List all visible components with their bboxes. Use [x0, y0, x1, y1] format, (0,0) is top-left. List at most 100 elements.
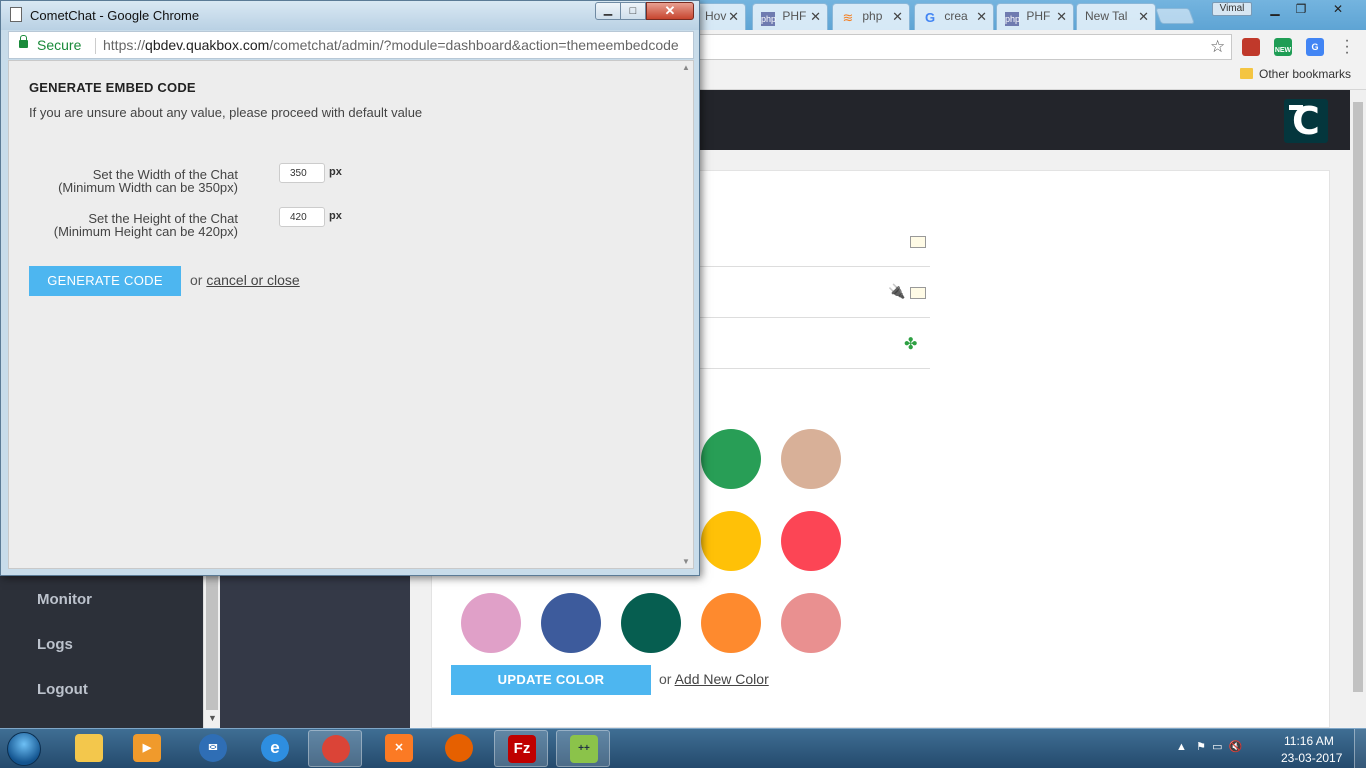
- filezilla-icon: Fz: [508, 735, 536, 763]
- close-icon[interactable]: ✕: [728, 9, 739, 25]
- color-swatch[interactable]: [701, 511, 761, 571]
- cancel-row: or cancel or close: [190, 272, 300, 288]
- color-swatch[interactable]: [781, 511, 841, 571]
- close-button[interactable]: ✕: [646, 2, 694, 20]
- tab-hov[interactable]: Hov ✕: [696, 3, 746, 30]
- sidebar-item-logs[interactable]: Logs: [37, 636, 73, 653]
- tab-new-tab[interactable]: New Tal ✕: [1076, 3, 1156, 30]
- tab-crea[interactable]: G crea ✕: [914, 3, 994, 30]
- list-item: [700, 216, 930, 267]
- tab-label: Hov: [705, 9, 727, 23]
- clock-date[interactable]: 23-03-2017: [1281, 751, 1342, 765]
- close-icon[interactable]: ✕: [1138, 9, 1149, 25]
- plug-icon[interactable]: 🔌: [888, 283, 905, 300]
- add-new-color-link[interactable]: Add New Color: [675, 671, 769, 687]
- media-player-icon: ▶: [133, 734, 161, 762]
- url-path: /cometchat/admin/?module=dashboard&actio…: [269, 37, 679, 53]
- network-icon[interactable]: ▭: [1212, 741, 1222, 753]
- scroll-up-icon[interactable]: ▲: [682, 63, 690, 72]
- update-color-button[interactable]: UPDATE COLOR: [451, 665, 651, 695]
- height-input[interactable]: [279, 207, 325, 227]
- edit-icon[interactable]: [910, 236, 926, 248]
- popup-scrollbar[interactable]: ▲ ▼: [679, 61, 693, 568]
- close-icon[interactable]: ✕: [810, 9, 821, 25]
- sidebar-item-monitor[interactable]: Monitor: [37, 591, 92, 608]
- clock-time[interactable]: 11:16 AM: [1284, 734, 1334, 748]
- embed-code-panel: GENERATE EMBED CODE If you are unsure ab…: [8, 60, 694, 569]
- tab-php-2[interactable]: php PHF ✕: [996, 3, 1074, 30]
- cometchat-logo[interactable]: C: [1284, 99, 1328, 143]
- close-icon[interactable]: ✕: [892, 9, 903, 25]
- instruction-text: If you are unsure about any value, pleas…: [29, 105, 423, 120]
- chrome-menu-icon[interactable]: · · ·: [1342, 33, 1352, 61]
- color-swatch[interactable]: [461, 593, 521, 653]
- puzzle-icon[interactable]: ✤: [904, 334, 917, 354]
- or-text: or: [659, 671, 672, 687]
- translate-icon[interactable]: G: [1306, 38, 1324, 56]
- tab-php-1[interactable]: php PHF ✕: [752, 3, 828, 30]
- explorer-icon: [75, 734, 103, 762]
- taskbar-filezilla[interactable]: Fz: [494, 730, 548, 767]
- generate-code-button[interactable]: GENERATE CODE: [29, 266, 181, 296]
- width-input[interactable]: [279, 163, 325, 183]
- new-badge: NEW: [1274, 47, 1292, 54]
- color-swatch[interactable]: [701, 593, 761, 653]
- cancel-link[interactable]: cancel or close: [206, 272, 299, 288]
- firefox-icon: [445, 734, 473, 762]
- show-desktop-button[interactable]: [1354, 729, 1366, 768]
- address-bar[interactable]: [660, 34, 1232, 60]
- tab-label: php: [862, 9, 883, 23]
- taskbar-xampp[interactable]: ✕: [372, 730, 426, 767]
- close-icon[interactable]: ✕: [1056, 9, 1067, 25]
- windows-logo-icon: [7, 732, 41, 766]
- popup-address-bar[interactable]: Secure https://qbdev.quakbox.com/cometch…: [8, 31, 694, 59]
- tab-label: PHF: [1026, 9, 1051, 23]
- maximize-icon[interactable]: ❐: [1288, 1, 1314, 19]
- taskbar-firefox[interactable]: [432, 730, 486, 767]
- color-swatch[interactable]: [781, 593, 841, 653]
- scroll-down-icon[interactable]: ▼: [208, 713, 217, 723]
- scroll-down-icon[interactable]: ▼: [682, 557, 690, 566]
- maximize-button[interactable]: □: [621, 2, 646, 20]
- edit-icon[interactable]: [910, 287, 926, 299]
- sidebar-item-logout[interactable]: Logout: [37, 681, 88, 698]
- other-bookmarks-button[interactable]: Other bookmarks: [1240, 67, 1351, 81]
- color-swatch[interactable]: [541, 593, 601, 653]
- minimize-icon[interactable]: ▁: [1262, 1, 1288, 19]
- extension-red-icon[interactable]: [1242, 38, 1260, 56]
- tab-php-so[interactable]: ≋ php ✕: [832, 3, 910, 30]
- color-swatch[interactable]: [701, 429, 761, 489]
- tab-label: New Tal: [1085, 9, 1128, 23]
- minimize-button[interactable]: ▁: [595, 2, 621, 20]
- volume-muted-icon[interactable]: 🔇: [1229, 741, 1243, 753]
- width-label-group: Set the Width of the Chat (Minimum Width…: [58, 168, 238, 194]
- url-text[interactable]: https://qbdev.quakbox.com/cometchat/admi…: [103, 37, 679, 53]
- flag-icon[interactable]: ⚑: [1196, 741, 1206, 753]
- or-text: or: [190, 272, 203, 288]
- php-icon: php: [1005, 12, 1021, 26]
- width-hint: (Minimum Width can be 350px): [58, 180, 238, 195]
- taskbar-internet-explorer[interactable]: e: [248, 730, 302, 767]
- popup-titlebar[interactable]: CometChat - Google Chrome ▁ □ ✕: [1, 1, 699, 30]
- taskbar-chrome[interactable]: [308, 730, 362, 767]
- taskbar-explorer[interactable]: [62, 730, 116, 767]
- extension-new-icon[interactable]: NEW: [1274, 38, 1292, 56]
- folder-icon: [1240, 68, 1253, 79]
- close-icon[interactable]: ✕: [1318, 1, 1358, 19]
- page-scrollbar[interactable]: [1350, 90, 1366, 728]
- taskbar-media-player[interactable]: ▶: [120, 730, 174, 767]
- profile-badge[interactable]: Vimal: [1212, 2, 1252, 16]
- close-icon[interactable]: ✕: [976, 9, 987, 25]
- height-hint: (Minimum Height can be 420px): [53, 224, 238, 239]
- show-hidden-icons-icon[interactable]: ▲: [1176, 741, 1187, 753]
- height-unit: px: [329, 210, 342, 222]
- url-scheme: https://: [103, 37, 146, 53]
- new-tab-button[interactable]: [1155, 8, 1195, 24]
- color-swatch[interactable]: [621, 593, 681, 653]
- bookmark-star-icon[interactable]: ☆: [1210, 37, 1225, 57]
- lock-icon: [19, 35, 28, 48]
- start-button[interactable]: [4, 731, 44, 767]
- color-swatch[interactable]: [781, 429, 841, 489]
- taskbar-thunderbird[interactable]: ✉: [186, 730, 240, 767]
- taskbar-notepad-plus[interactable]: ++: [556, 730, 610, 767]
